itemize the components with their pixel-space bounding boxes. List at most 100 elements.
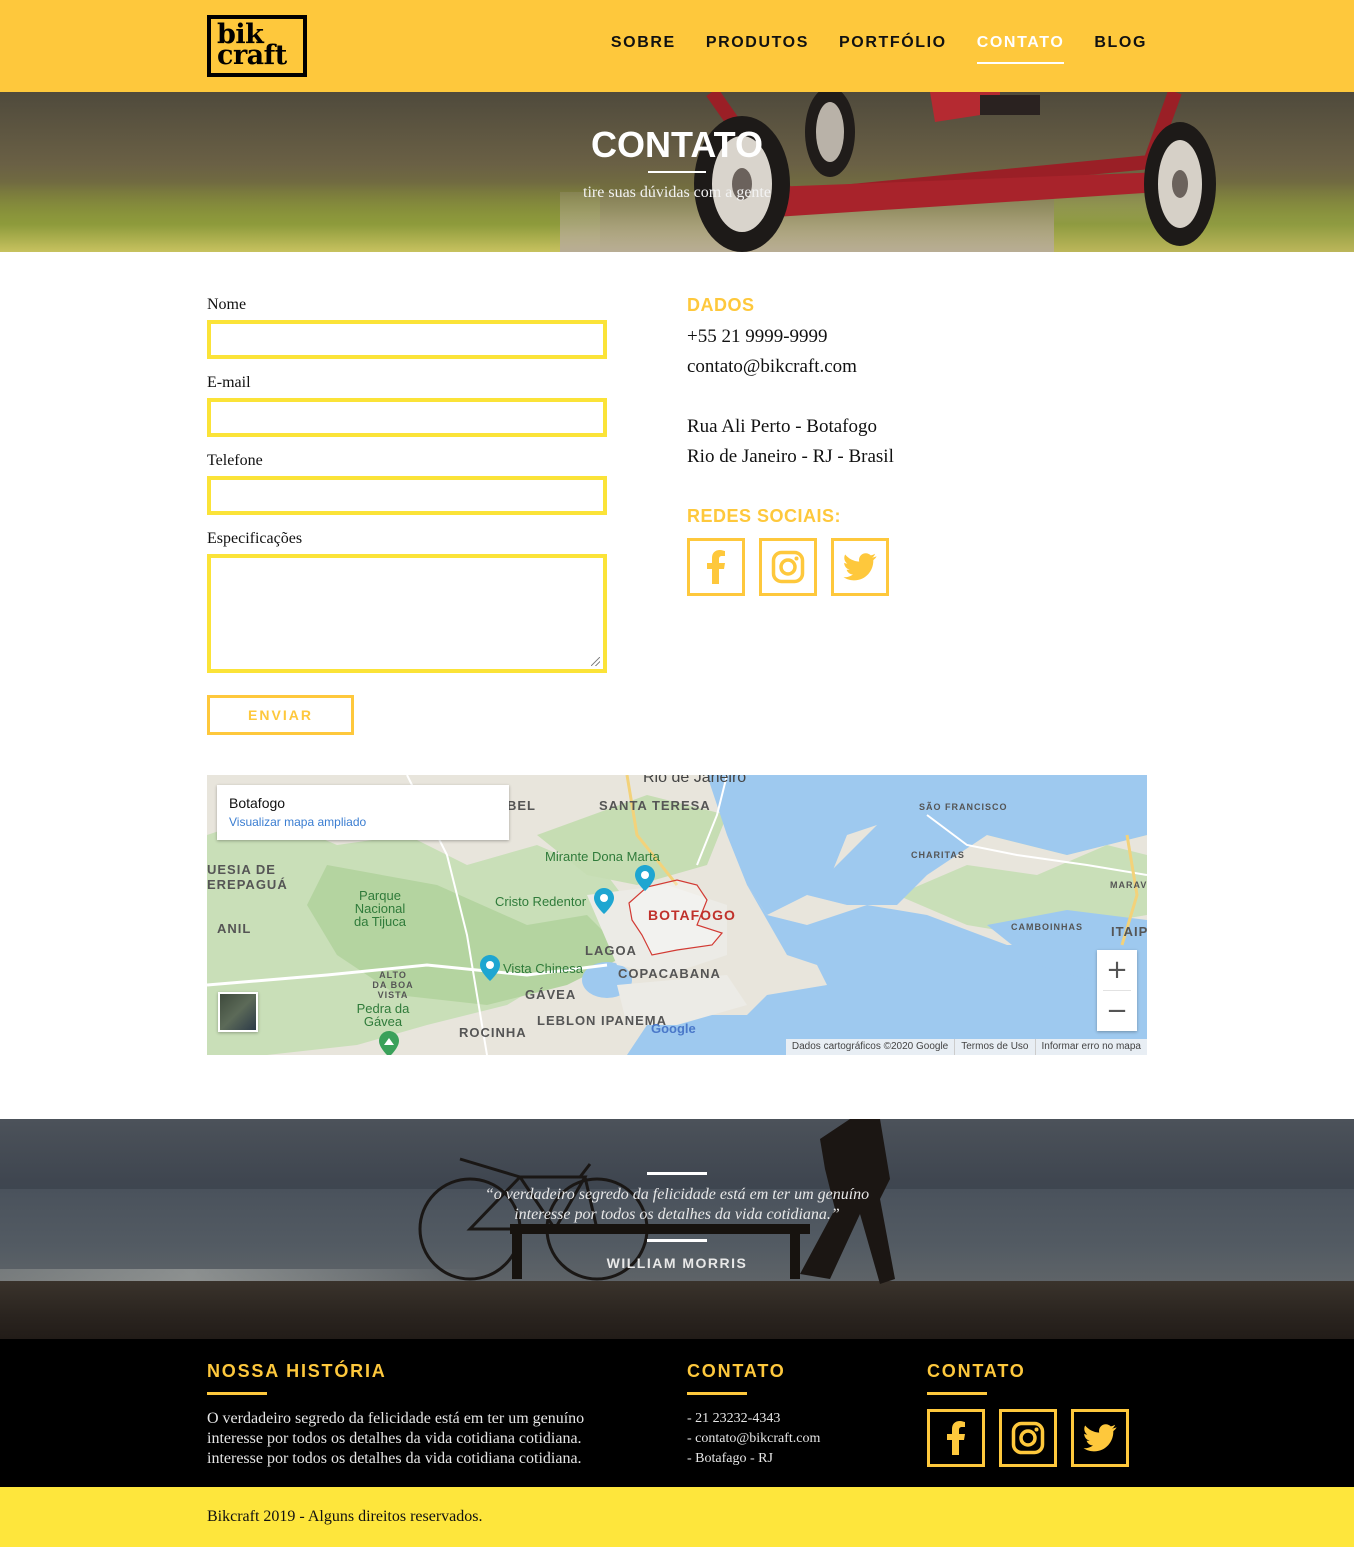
phone-field[interactable]	[207, 476, 607, 515]
quote-text: “o verdadeiro segredo da felicidade está…	[484, 1186, 870, 1223]
report-error-link[interactable]: Informar erro no mapa	[1034, 1039, 1148, 1055]
nav-produtos[interactable]: PRODUTOS	[706, 34, 809, 64]
twitter-icon	[843, 553, 877, 581]
map-label-botafogo: BOTAFOGO	[648, 907, 736, 923]
footer-contact-underline	[687, 1392, 747, 1395]
instagram-icon	[1011, 1421, 1045, 1455]
map-info-card: Botafogo Visualizar mapa ampliado	[217, 785, 509, 840]
satellite-toggle[interactable]	[218, 992, 258, 1032]
nav-contato[interactable]: CONTATO	[976, 34, 1065, 64]
footer-location: - Botafago - RJ	[687, 1451, 773, 1466]
map-label-rio: Rio de Janeiro	[643, 775, 747, 786]
view-larger-map-link[interactable]: Visualizar mapa ampliado	[229, 815, 497, 829]
footer-phone: - 21 23232-4343	[687, 1411, 781, 1426]
footer-facebook-link[interactable]	[927, 1409, 985, 1467]
footer-contact-title: CONTATO	[687, 1361, 786, 1381]
map-label-jpa-1: UESIA DE	[207, 862, 276, 877]
google-map[interactable]: Rio de Janeiro BEL SANTA TERESA SÃO FRAN…	[207, 775, 1147, 1055]
map-label-santa-teresa: SANTA TERESA	[599, 798, 711, 813]
nav-portfolio[interactable]: PORTFÓLIO	[839, 34, 947, 64]
social-links	[687, 538, 894, 596]
name-field[interactable]	[207, 320, 607, 359]
zoom-out-button[interactable]: −	[1097, 991, 1137, 1031]
footer-email: - contato@bikcraft.com	[687, 1431, 821, 1446]
footer-twitter-link[interactable]	[1071, 1409, 1129, 1467]
contact-info: DADOS +55 21 9999-9999 contato@bikcraft.…	[687, 295, 894, 596]
title-underline	[648, 171, 706, 173]
map-attribution: Dados cartográficos ©2020 Google Termos …	[785, 1039, 1148, 1055]
footer-history: NOSSA HISTÓRIA O verdadeiro segredo da f…	[207, 1361, 607, 1469]
specs-label: Especificações	[207, 530, 303, 547]
footer-social-links	[927, 1409, 1157, 1467]
contact-form: Nome E-mail Telefone Especificações	[207, 296, 607, 673]
facebook-icon	[947, 1421, 965, 1455]
email-label: E-mail	[207, 374, 251, 391]
footer-social-title: CONTATO	[927, 1361, 1026, 1381]
history-text: O verdadeiro segredo da felicidade está …	[207, 1410, 585, 1467]
footer-social-underline	[927, 1392, 987, 1395]
footer-social: CONTATO	[927, 1361, 1157, 1467]
contact-phone: +55 21 9999-9999	[687, 326, 828, 347]
map-label-rocinha: ROCINHA	[459, 1025, 527, 1040]
map-label-leblon: LEBLON	[537, 1013, 597, 1028]
map-label-anil: ANIL	[217, 921, 252, 936]
site-footer: NOSSA HISTÓRIA O verdadeiro segredo da f…	[0, 1339, 1354, 1487]
main-nav: SOBRE PRODUTOS PORTFÓLIO CONTATO BLOG	[611, 34, 1147, 64]
quote-banner: “o verdadeiro segredo da felicidade está…	[0, 1119, 1354, 1339]
map-label-vista-chinesa: Vista Chinesa	[503, 961, 583, 976]
bikcraft-logo[interactable]: bik craft	[207, 15, 307, 77]
nav-sobre[interactable]: SOBRE	[611, 34, 676, 64]
instagram-link[interactable]	[759, 538, 817, 596]
camera-icon[interactable]	[594, 888, 614, 914]
google-logo: Google	[651, 1021, 696, 1036]
instagram-icon	[771, 550, 805, 584]
name-label: Nome	[207, 296, 247, 313]
twitter-icon	[1083, 1424, 1117, 1452]
mountain-icon[interactable]	[379, 1031, 399, 1055]
send-button[interactable]: ENVIAR	[207, 695, 354, 735]
nav-blog[interactable]: BLOG	[1094, 34, 1147, 64]
map-label-gavea: GÁVEA	[525, 987, 577, 1002]
map-label-charitas: CHARITAS	[911, 850, 965, 860]
map-label-alto-boa-vista: ALTO DA BOA VISTA	[372, 970, 414, 1000]
facebook-link[interactable]	[687, 538, 745, 596]
logo-line-2: craft	[217, 40, 287, 71]
address-line-1: Rua Ali Perto - Botafogo	[687, 416, 877, 437]
footer-instagram-link[interactable]	[999, 1409, 1057, 1467]
copyright-text: Bikcraft 2019 - Alguns direitos reservad…	[207, 1508, 483, 1525]
quote-rule-top	[647, 1172, 707, 1175]
hero-banner: CONTATO tire suas dúvidas com a gente	[0, 92, 1354, 252]
specs-textarea[interactable]	[207, 554, 607, 673]
map-place-title: Botafogo	[229, 795, 286, 811]
zoom-in-button[interactable]: +	[1097, 950, 1137, 990]
map-label-pedra-gavea: Pedra da Gávea	[356, 1001, 410, 1029]
map-label-sao-francisco: SÃO FRANCISCO	[919, 802, 1008, 812]
map-label-bel: BEL	[507, 798, 536, 813]
terms-link[interactable]: Termos de Uso	[954, 1039, 1034, 1055]
footer-contact: CONTATO - 21 23232-4343 - contato@bikcra…	[687, 1361, 887, 1469]
twitter-link[interactable]	[831, 538, 889, 596]
email-field[interactable]	[207, 398, 607, 437]
map-label-mirante: Mirante Dona Marta	[545, 849, 660, 864]
map-data-credit: Dados cartográficos ©2020 Google	[791, 1041, 949, 1052]
quote-rule-bottom	[647, 1239, 707, 1242]
map-label-maravis: MARAVIS	[1110, 880, 1147, 890]
resize-handle[interactable]	[591, 657, 600, 666]
camera-icon[interactable]	[480, 955, 500, 981]
history-title: NOSSA HISTÓRIA	[207, 1361, 387, 1381]
history-underline	[207, 1392, 267, 1395]
quote-author: WILLIAM MORRIS	[606, 1255, 748, 1271]
camera-icon[interactable]	[635, 865, 655, 891]
facebook-icon	[707, 550, 725, 584]
site-header: bik craft SOBRE PRODUTOS PORTFÓLIO CONTA…	[0, 0, 1354, 92]
page-title: CONTATO	[591, 124, 763, 165]
map-label-lagoa: LAGOA	[585, 943, 637, 958]
map-label-parque-tijuca: Parque Nacional da Tijuca	[353, 888, 407, 929]
dados-title: DADOS	[687, 295, 755, 315]
social-title: REDES SOCIAIS:	[687, 506, 842, 526]
page-subtitle: tire suas dúvidas com a gente	[583, 184, 771, 201]
phone-label: Telefone	[207, 452, 263, 469]
map-label-cristo: Cristo Redentor	[495, 894, 587, 909]
map-label-camboinhas: CAMBOINHAS	[1011, 922, 1083, 932]
contact-email: contato@bikcraft.com	[687, 356, 857, 377]
